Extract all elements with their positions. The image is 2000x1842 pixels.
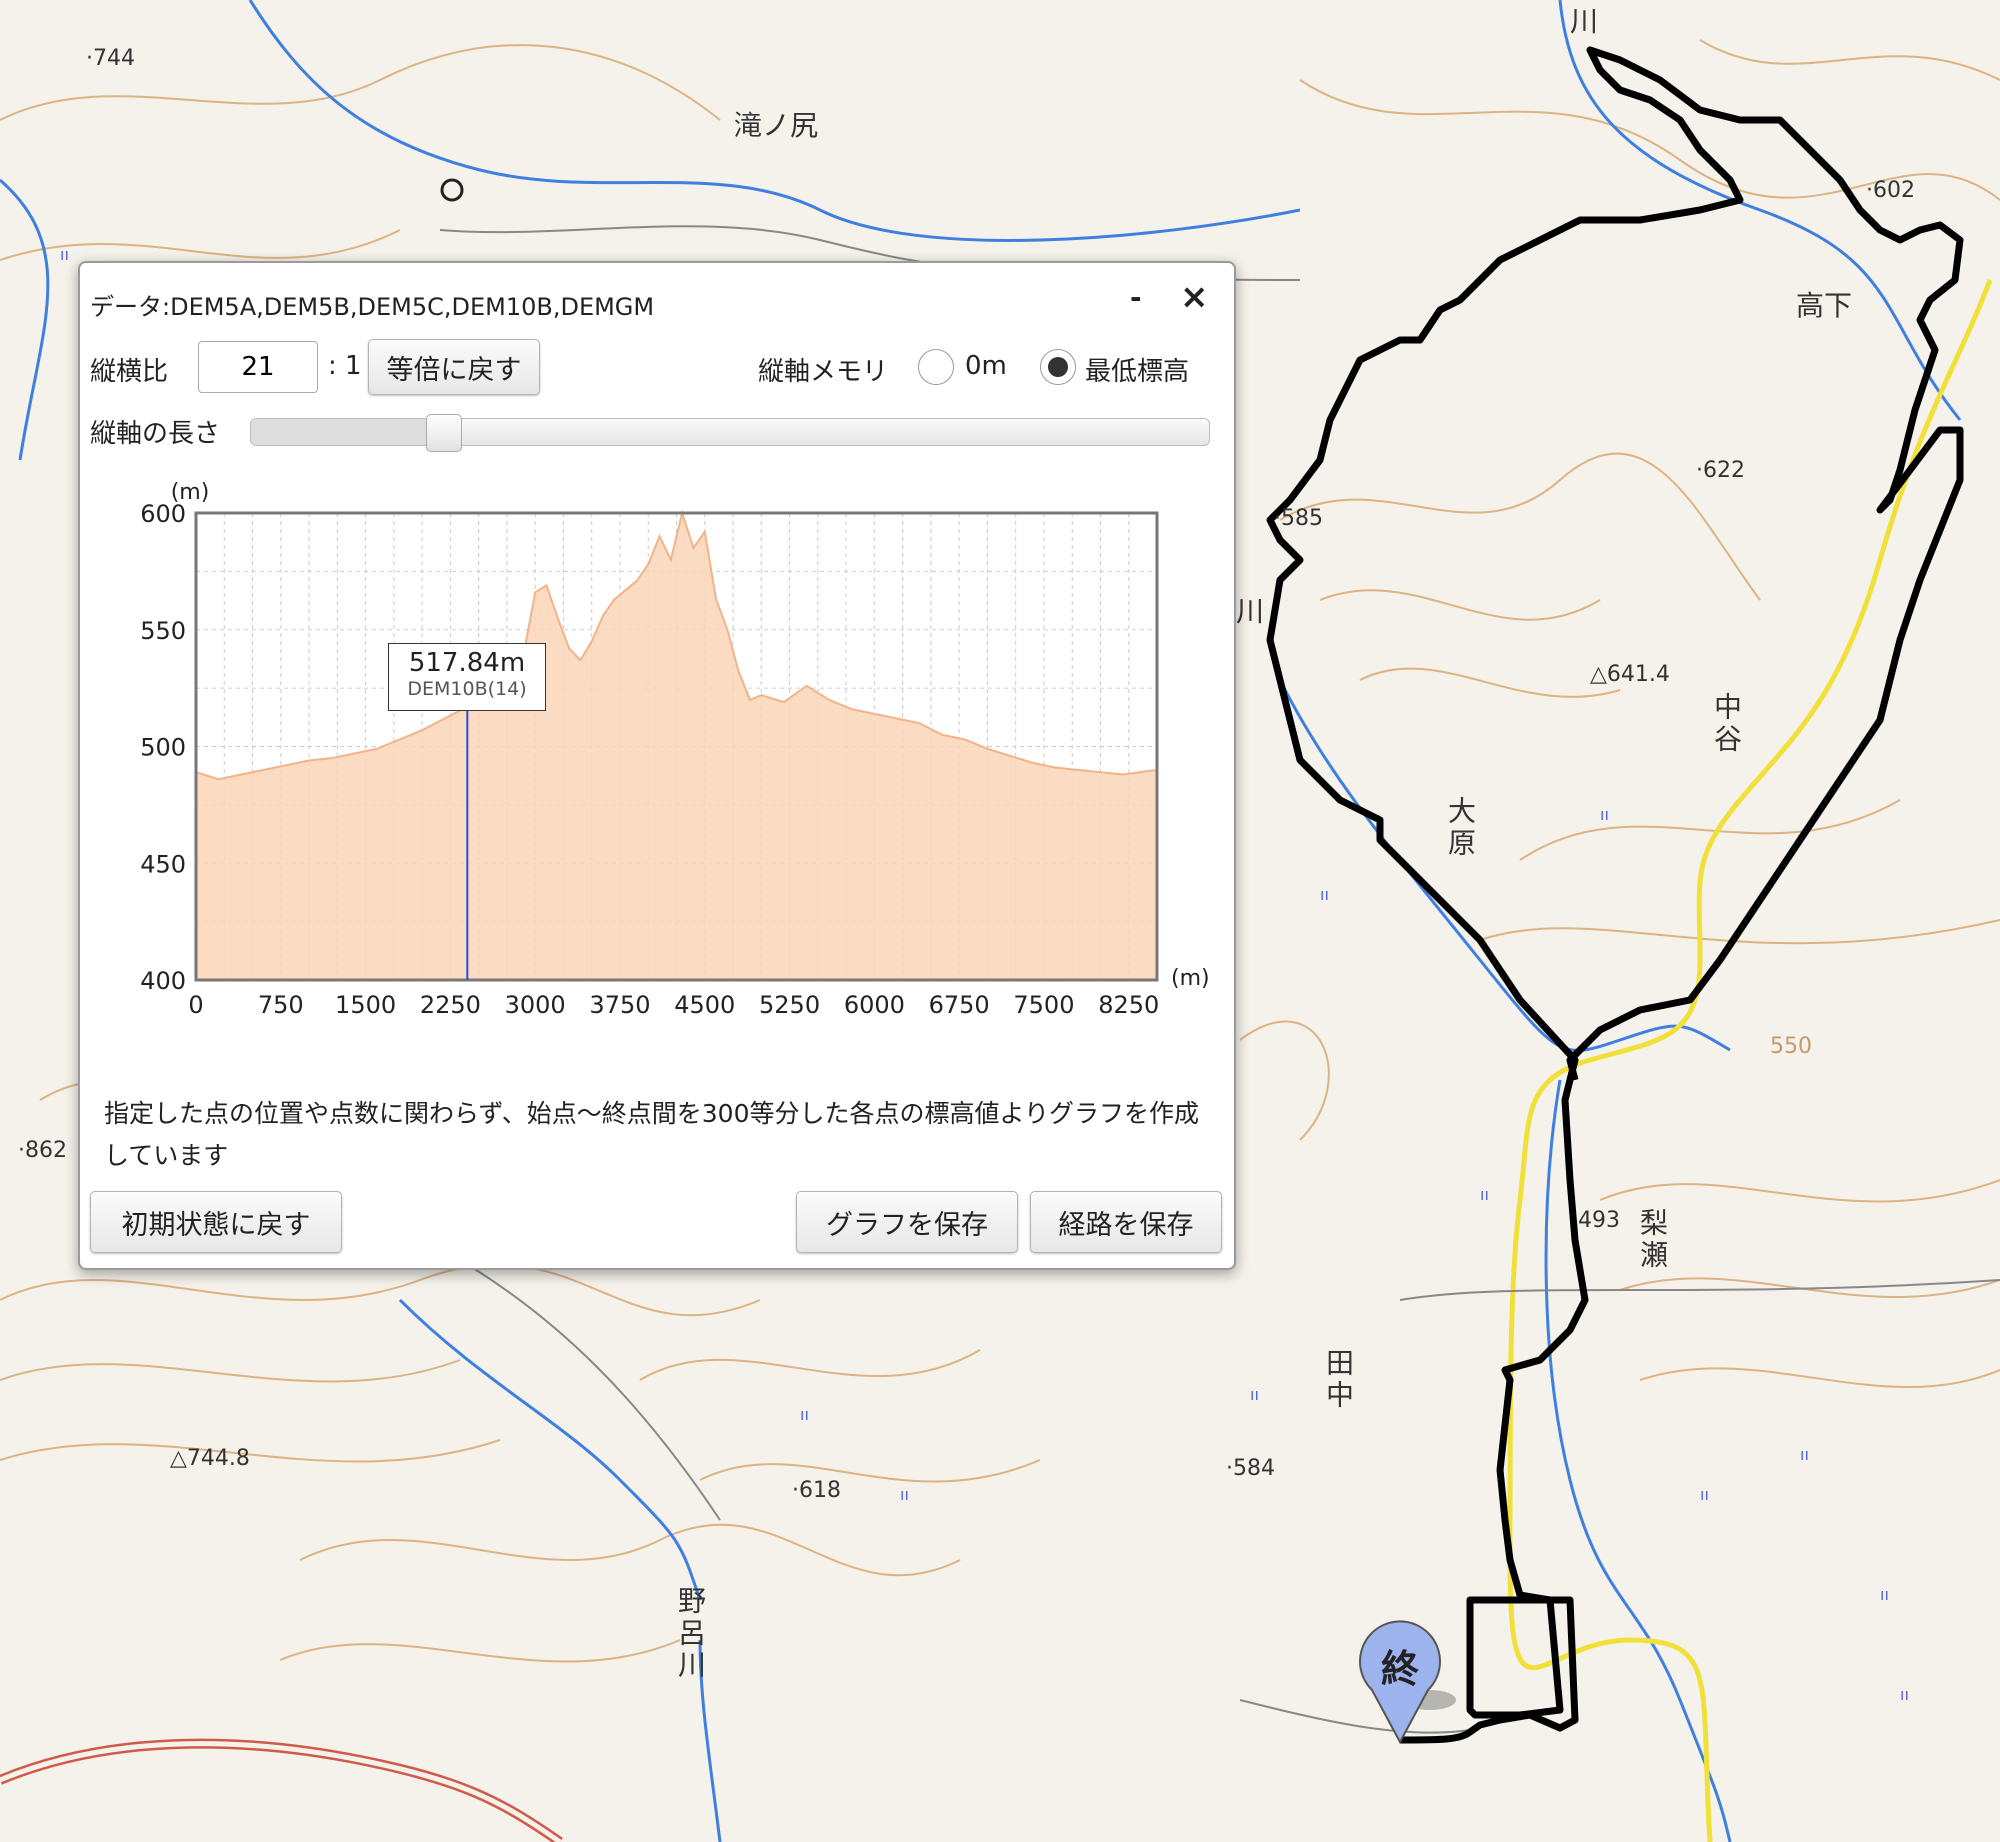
radio-0m[interactable] — [918, 349, 954, 385]
svg-text:ıı: ıı — [1800, 1445, 1809, 1464]
svg-text:ıı: ıı — [1480, 1185, 1489, 1204]
close-icon[interactable]: × — [1180, 277, 1209, 317]
place-label: 中谷 — [1710, 692, 1743, 756]
y-tick-label: 450 — [140, 850, 186, 878]
y-axis-unit: (m) — [171, 480, 210, 505]
ratio-input[interactable] — [198, 341, 318, 393]
triangulation-label: △641.4 — [1590, 662, 1670, 687]
reset-scale-button[interactable]: 等倍に戻す — [368, 339, 540, 395]
place-label: 大原 — [1444, 796, 1477, 860]
elevation-profile-panel: データ:DEM5A,DEM5B,DEM5C,DEM10B,DEMGM - × 縦… — [78, 261, 1236, 1270]
x-tick-label: 5250 — [759, 991, 820, 1019]
elev-label: ·618 — [792, 1478, 841, 1503]
elev-label: ·744 — [86, 46, 135, 71]
svg-text:ıı: ıı — [1880, 1585, 1889, 1604]
elev-label: ·585 — [1274, 506, 1323, 531]
axis-memory-label: 縦軸メモリ — [758, 357, 889, 387]
elev-label: ·862 — [18, 1138, 67, 1163]
slider-fill — [251, 419, 443, 445]
svg-text:ıı: ıı — [900, 1485, 909, 1504]
place-label: 滝ノ尻 — [734, 109, 819, 142]
radio-0m-label: 0m — [965, 351, 1007, 381]
svg-text:ıı: ıı — [1320, 885, 1329, 904]
x-tick-label: 8250 — [1098, 991, 1159, 1019]
x-tick-label: 2250 — [420, 991, 481, 1019]
elev-label: ·584 — [1226, 1456, 1275, 1481]
elev-label: ·602 — [1866, 178, 1915, 203]
x-tick-label: 6000 — [844, 991, 905, 1019]
x-tick-label: 1500 — [335, 991, 396, 1019]
river-label: 川 — [1570, 5, 1599, 38]
minimize-button[interactable]: - — [1130, 281, 1142, 314]
save-graph-button[interactable]: グラフを保存 — [796, 1191, 1018, 1253]
svg-text:ıı: ıı — [1900, 1685, 1909, 1704]
place-label: 田中 — [1322, 1348, 1355, 1412]
y-tick-label: 500 — [140, 734, 186, 762]
x-tick-label: 6750 — [929, 991, 990, 1019]
reset-button[interactable]: 初期状態に戻す — [90, 1191, 342, 1253]
svg-text:ıı: ıı — [800, 1405, 809, 1424]
radio-min-elevation[interactable] — [1040, 349, 1076, 385]
x-axis-unit: (m) — [1171, 966, 1210, 991]
save-route-button[interactable]: 経路を保存 — [1030, 1191, 1222, 1253]
river-label: 川 — [1236, 595, 1265, 628]
x-tick-label: 4500 — [674, 991, 735, 1019]
elevation-chart[interactable]: 6005505004504000 750 1500 2250 3000 3750 4500 5… — [80, 463, 1234, 1023]
graph-note: 指定した点の位置や点数に関わらず、始点〜終点間を300等分した各点の標高値よりグ… — [104, 1099, 1199, 1170]
x-tick-label: 0 — [188, 991, 203, 1019]
ratio-suffix: : 1 — [328, 351, 362, 381]
radio-min-elevation-label: 最低標高 — [1085, 357, 1190, 387]
x-tick-label: 750 — [258, 991, 304, 1019]
elev-label: ·622 — [1696, 458, 1745, 483]
place-label: 梨瀬 — [1636, 1208, 1669, 1272]
elev-label: 493 — [1578, 1208, 1620, 1233]
tooltip-value: 517.84m — [408, 648, 526, 678]
x-tick-label: 3750 — [589, 991, 650, 1019]
svg-text:ıı: ıı — [1700, 1485, 1709, 1504]
svg-text:ıı: ıı — [60, 245, 69, 264]
slider-thumb[interactable] — [425, 414, 462, 452]
x-tick-label: 7500 — [1013, 991, 1074, 1019]
y-tick-label: 550 — [140, 617, 186, 645]
svg-text:ıı: ıı — [1250, 1385, 1259, 1404]
tooltip-source: DEM10B(14) — [407, 678, 527, 700]
ratio-label: 縦横比 — [90, 357, 169, 387]
axis-length-slider[interactable] — [250, 414, 1210, 452]
svg-text:ıı: ıı — [1600, 805, 1609, 824]
river-label: 野呂川 — [674, 1586, 707, 1682]
y-tick-label: 400 — [140, 967, 186, 995]
x-tick-label: 3000 — [505, 991, 566, 1019]
axis-length-label: 縦軸の長さ — [90, 419, 221, 449]
data-source-label: データ:DEM5A,DEM5B,DEM5C,DEM10B,DEMGM — [90, 293, 655, 321]
place-label: 高下 — [1796, 289, 1853, 322]
contour-value-label: 550 — [1770, 1034, 1812, 1059]
elevation-tooltip: 517.84m DEM10B(14) — [388, 643, 546, 711]
end-marker-label: 終 — [1381, 1647, 1419, 1691]
triangulation-label: △744.8 — [170, 1446, 250, 1471]
